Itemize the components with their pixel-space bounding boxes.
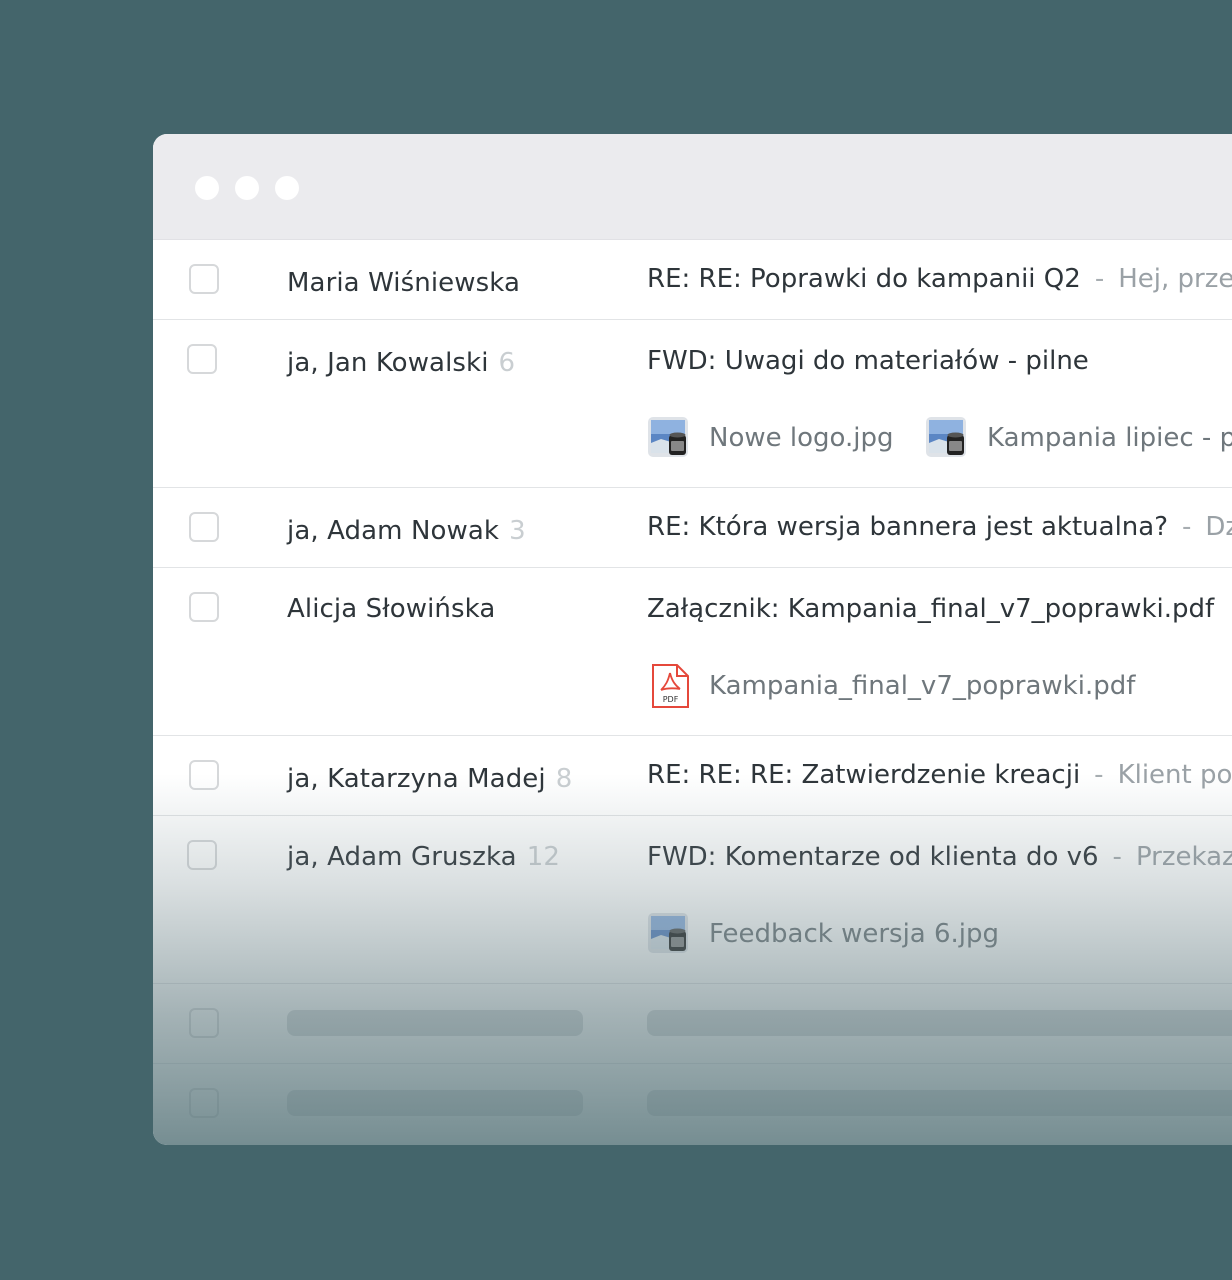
email-snippet: Hej, przes bbox=[1118, 264, 1232, 294]
email-row[interactable]: ja, Katarzyna Madej 8 RE: RE: RE: Zatwier… bbox=[153, 736, 1232, 816]
attachment-chip[interactable]: Nowe logo.jpg bbox=[647, 415, 893, 461]
sender-placeholder bbox=[287, 1010, 583, 1036]
email-subject: FWD: Komentarze od klienta do v6 bbox=[647, 842, 1099, 872]
subject-placeholder bbox=[647, 1010, 1232, 1036]
thread-count: 3 bbox=[509, 516, 526, 546]
email-sender: ja, Adam Nowak 3 bbox=[287, 516, 526, 546]
window-minimize-button[interactable] bbox=[235, 176, 259, 200]
separator: - bbox=[1094, 760, 1104, 790]
row-checkbox[interactable] bbox=[187, 344, 217, 374]
image-icon bbox=[926, 417, 966, 457]
attachment-name: Nowe logo.jpg bbox=[709, 423, 894, 453]
email-subject-line[interactable]: RE: RE: Poprawki do kampanii Q2- Hej, prz… bbox=[647, 264, 1232, 294]
email-snippet: Klient pop bbox=[1117, 760, 1232, 790]
email-row-placeholder bbox=[153, 984, 1232, 1064]
email-subject-line[interactable]: FWD: Komentarze od klienta do v6- Przekaz… bbox=[647, 842, 1232, 872]
attachment-name: Kampania lipiec - p bbox=[987, 423, 1232, 453]
email-snippet: Przekazu bbox=[1135, 842, 1232, 872]
email-sender: Alicja Słowińska bbox=[287, 594, 505, 624]
separator: - bbox=[1112, 842, 1122, 872]
row-checkbox[interactable] bbox=[189, 1008, 219, 1038]
attachment-chip[interactable]: Kampania lipiec - p bbox=[925, 415, 1232, 461]
attachment-name: Kampania_final_v7_poprawki.pdf bbox=[709, 671, 1136, 701]
attachment-chip[interactable]: PDF Kampania_final_v7_poprawki.pdf bbox=[647, 663, 1135, 709]
sender-name: ja, Jan Kowalski bbox=[287, 348, 489, 378]
window-maximize-button[interactable] bbox=[275, 176, 299, 200]
thread-count: 8 bbox=[555, 764, 573, 794]
row-checkbox[interactable] bbox=[189, 512, 219, 542]
mail-window: Maria Wiśniewska RE: RE: Poprawki do kam… bbox=[153, 134, 1232, 1145]
email-sender: ja, Jan Kowalski 6 bbox=[287, 348, 515, 378]
window-titlebar bbox=[153, 134, 1232, 240]
attachment-chip[interactable]: Feedback wersja 6.jpg bbox=[647, 911, 999, 957]
email-sender: ja, Adam Gruszka 12 bbox=[287, 842, 560, 872]
attachment-name: Feedback wersja 6.jpg bbox=[709, 919, 1000, 949]
row-checkbox[interactable] bbox=[189, 592, 219, 622]
email-subject: RE: RE: RE: Zatwierdzenie kreacji bbox=[647, 760, 1081, 790]
sender-name: ja, Adam Gruszka bbox=[287, 842, 517, 872]
email-subject: RE: Która wersja bannera jest aktualna? bbox=[647, 512, 1169, 542]
email-snippet: Dzie bbox=[1205, 512, 1232, 542]
email-subject-line[interactable]: RE: RE: RE: Zatwierdzenie kreacji - Klient… bbox=[647, 760, 1232, 790]
separator: - bbox=[1094, 264, 1105, 294]
pdf-icon: PDF bbox=[652, 664, 689, 708]
email-row[interactable]: ja, Adam Nowak 3 RE: Która wersja bannera… bbox=[153, 488, 1232, 568]
image-icon bbox=[648, 417, 688, 457]
thread-count: 12 bbox=[526, 842, 560, 872]
sender-name: Maria Wiśniewska bbox=[287, 268, 521, 298]
email-row[interactable]: ja, Jan Kowalski 6 FWD: Uwagi do materiał… bbox=[153, 320, 1232, 488]
email-subject-line[interactable]: RE: Która wersja bannera jest aktualna? -… bbox=[647, 512, 1232, 542]
email-subject: FWD: Uwagi do materiałów - pilne bbox=[647, 346, 1089, 376]
sender-name: ja, Katarzyna Madej bbox=[287, 764, 546, 794]
sender-placeholder bbox=[287, 1090, 583, 1116]
row-checkbox[interactable] bbox=[189, 760, 219, 790]
email-subject: Załącznik: Kampania_final_v7_poprawki.pd… bbox=[647, 594, 1215, 624]
email-subject-line[interactable]: Załącznik: Kampania_final_v7_poprawki.pd… bbox=[647, 594, 1214, 624]
subject-placeholder bbox=[647, 1090, 1232, 1116]
row-checkbox[interactable] bbox=[189, 1088, 219, 1118]
email-row[interactable]: Alicja Słowińska Załącznik: Kampania_fin… bbox=[153, 568, 1232, 736]
window-close-button[interactable] bbox=[195, 176, 219, 200]
email-sender: Maria Wiśniewska bbox=[287, 268, 530, 298]
row-checkbox[interactable] bbox=[187, 840, 217, 870]
sender-name: Alicja Słowińska bbox=[287, 594, 496, 624]
image-icon bbox=[648, 913, 688, 953]
row-checkbox[interactable] bbox=[189, 264, 219, 294]
email-row[interactable]: Maria Wiśniewska RE: RE: Poprawki do kam… bbox=[153, 240, 1232, 320]
separator: - bbox=[1182, 512, 1192, 542]
sender-name: ja, Adam Nowak bbox=[287, 516, 500, 546]
email-row-placeholder bbox=[153, 1064, 1232, 1145]
thread-count: 6 bbox=[498, 348, 516, 378]
email-subject: RE: RE: Poprawki do kampanii Q2 bbox=[647, 264, 1081, 294]
pdf-icon-label: PDF bbox=[663, 695, 679, 704]
email-subject-line[interactable]: FWD: Uwagi do materiałów - pilne bbox=[647, 346, 1089, 376]
email-sender: ja, Katarzyna Madej 8 bbox=[287, 764, 572, 794]
email-row[interactable]: ja, Adam Gruszka 12 FWD: Komentarze od kl… bbox=[153, 816, 1232, 984]
